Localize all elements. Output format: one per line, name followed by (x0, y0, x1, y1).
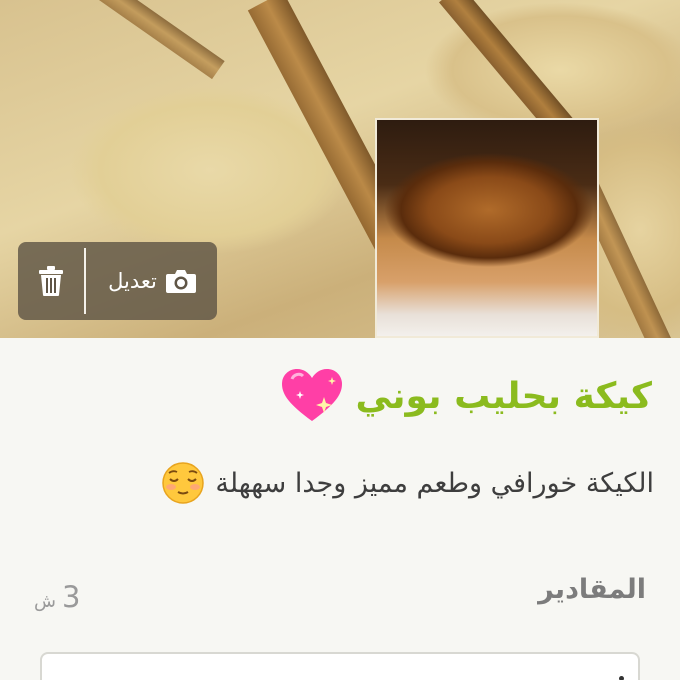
ingredients-heading: المقادير (538, 574, 646, 605)
servings-unit: ش (34, 591, 56, 612)
recipe-description-row[interactable]: الكيكة خورافي وطعم مميز وجدا سههلة (0, 458, 654, 508)
trash-icon (39, 266, 63, 296)
bullet-icon (619, 676, 624, 680)
photo-actions: تعديل (18, 242, 217, 320)
camera-icon (165, 270, 196, 293)
edit-photo-button[interactable]: تعديل (88, 242, 217, 320)
recipe-description[interactable]: الكيكة خورافي وطعم مميز وجدا سههلة (215, 468, 654, 499)
delete-photo-button[interactable] (18, 242, 84, 320)
divider (84, 248, 86, 314)
sparkling-heart-icon (281, 369, 342, 421)
relieved-face-icon (162, 462, 205, 504)
photo-detail (97, 0, 225, 80)
recipe-editor-screen: تعديل كيكة بحليب بوني الكيكة خورافي وطعم… (0, 0, 680, 680)
recipe-title[interactable]: كيكة بحليب بوني (356, 376, 652, 417)
servings-field[interactable]: 3 ش (34, 580, 80, 614)
cover-photo[interactable]: تعديل (0, 0, 680, 338)
recipe-title-row[interactable]: كيكة بحليب بوني (0, 366, 652, 426)
edit-label: تعديل (108, 269, 157, 293)
inset-photo[interactable] (375, 118, 599, 338)
servings-value: 3 (61, 580, 81, 614)
ingredient-input[interactable] (40, 652, 640, 680)
